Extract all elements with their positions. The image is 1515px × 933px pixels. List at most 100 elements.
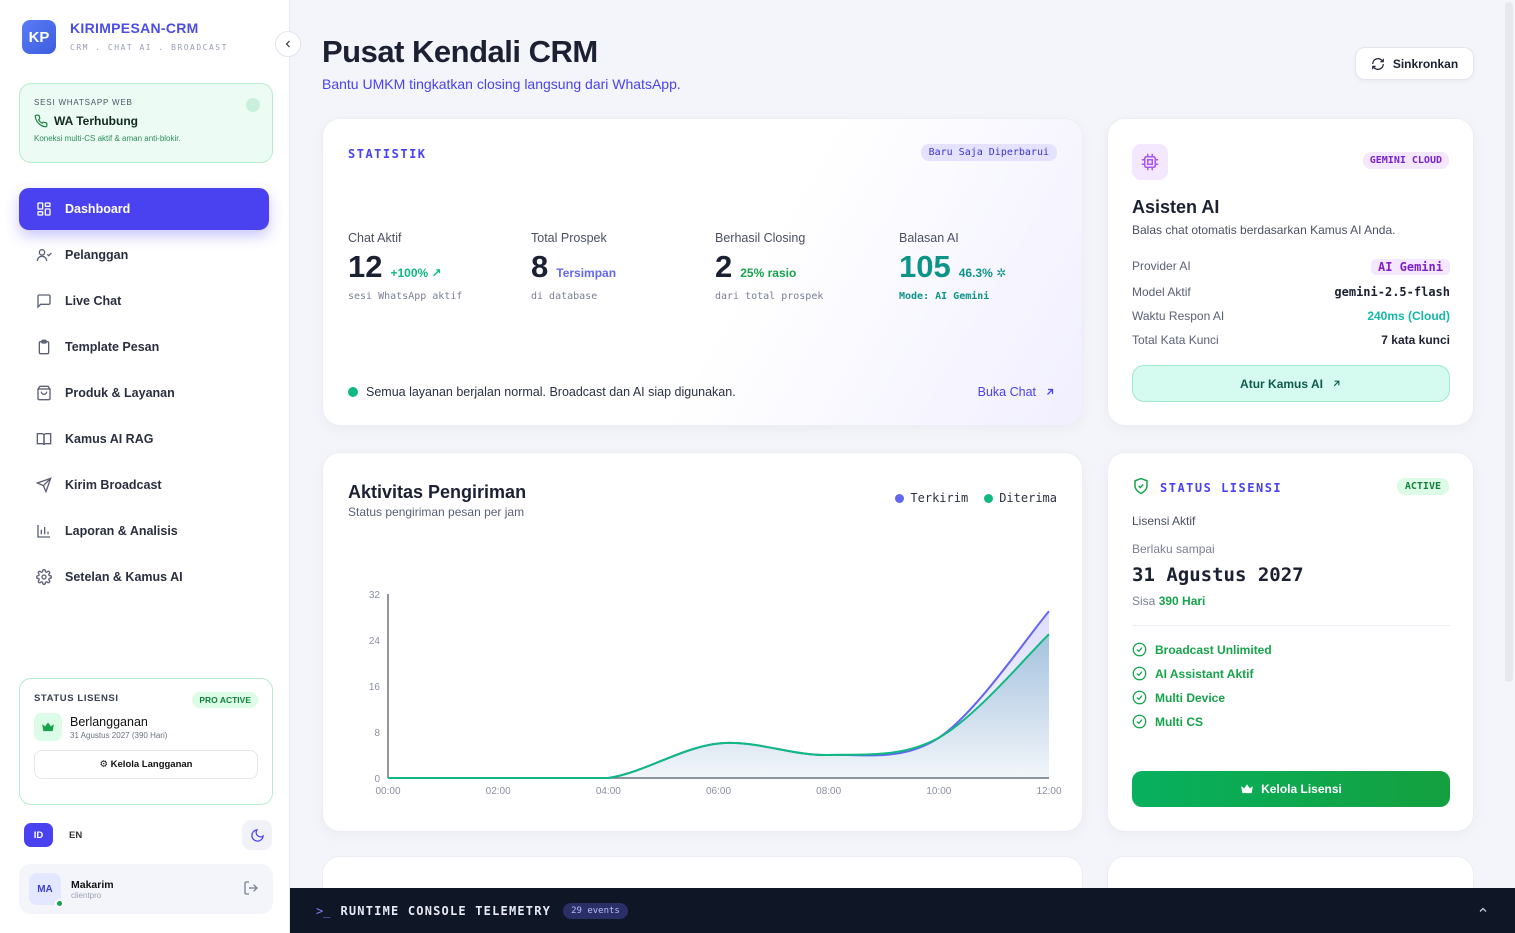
arrow-up-right-icon bbox=[1333, 380, 1340, 387]
console-title: RUNTIME CONSOLE TELEMETRY bbox=[340, 903, 552, 918]
sidebar-item-label: Template Pesan bbox=[65, 340, 160, 354]
shield-check-icon bbox=[1132, 477, 1150, 500]
status-badge: PRO ACTIVE bbox=[192, 692, 258, 708]
sidebar-item-label: Produk & Layanan bbox=[65, 386, 175, 400]
license-valid-date: 31 Agustus 2027 bbox=[1132, 564, 1304, 586]
user-name: Makarim bbox=[71, 878, 114, 891]
online-dot bbox=[55, 899, 64, 908]
sidebar-item-produk[interactable]: Produk & Layanan bbox=[19, 372, 269, 414]
sidebar-nav: Dashboard Pelanggan Live Chat Template P… bbox=[19, 188, 269, 602]
sync-button[interactable]: Sinkronkan bbox=[1355, 47, 1474, 80]
brand-logo: KP bbox=[22, 20, 56, 54]
y-tick-label: 32 bbox=[369, 590, 381, 601]
send-icon bbox=[35, 476, 53, 494]
chevron-up-icon[interactable] bbox=[1477, 903, 1489, 921]
stat-change: Tersimpan bbox=[556, 266, 617, 280]
ai-info-key: Waktu Respon AI bbox=[1132, 309, 1225, 323]
activity-chart-card: Aktivitas Pengiriman Status pengiriman p… bbox=[322, 452, 1083, 832]
license-active-label: Lisensi Aktif bbox=[1132, 514, 1196, 528]
open-chat-link[interactable]: Buka Chat bbox=[978, 385, 1056, 399]
language-switcher: ID EN bbox=[24, 820, 274, 850]
brand[interactable]: KP KIRIMPESAN-CRM CRM . CHAT AI . BROADC… bbox=[22, 20, 228, 54]
configure-ai-dictionary-button[interactable]: Atur Kamus AI bbox=[1132, 365, 1450, 402]
wa-status-dot bbox=[246, 98, 260, 112]
page-title: Pusat Kendali CRM bbox=[322, 34, 598, 69]
chat-icon bbox=[35, 292, 53, 310]
gear-icon bbox=[35, 568, 53, 586]
manage-license-button[interactable]: Kelola Lisensi bbox=[1132, 771, 1450, 807]
stat-berhasil-closing: Berhasil Closing 2 25% rasio dari total … bbox=[715, 231, 823, 302]
stat-total-prospek: Total Prospek 8 Tersimpan di database bbox=[531, 231, 616, 302]
lang-en-button[interactable]: EN bbox=[69, 830, 82, 841]
divider bbox=[1132, 625, 1450, 626]
status-badge: GEMINI CLOUD bbox=[1362, 152, 1449, 169]
bag-icon bbox=[35, 384, 53, 402]
runtime-console-bar[interactable]: >_ RUNTIME CONSOLE TELEMETRY 29 events bbox=[290, 888, 1515, 933]
stat-balasan-ai: Balasan AI 105 46.3% ✲ Mode: AI Gemini bbox=[899, 231, 1006, 302]
ai-info-key: Provider AI bbox=[1132, 259, 1191, 273]
stat-value: 8 bbox=[531, 249, 549, 284]
status-badge: Baru Saja Diperbarui bbox=[920, 144, 1057, 161]
x-tick-label: 04:00 bbox=[596, 786, 621, 797]
avatar[interactable]: MA bbox=[29, 873, 64, 908]
sidebar-license-date: 31 Agustus 2027 (390 Hari) bbox=[70, 730, 168, 740]
stat-sub: Mode: AI Gemini bbox=[899, 291, 990, 302]
stat-sub: dari total prospek bbox=[715, 291, 824, 302]
sidebar-item-laporan[interactable]: Laporan & Analisis bbox=[19, 510, 269, 552]
bar-chart-icon bbox=[35, 522, 53, 540]
wa-session-label: SESI WHATSAPP WEB bbox=[34, 98, 133, 107]
license-valid-label: Berlaku sampai bbox=[1132, 542, 1215, 556]
service-status-text: Semua layanan berjalan normal. Broadcast… bbox=[366, 385, 736, 399]
theme-toggle-button[interactable] bbox=[242, 820, 272, 850]
series-area-diterima bbox=[388, 634, 1049, 778]
x-tick-label: 02:00 bbox=[486, 786, 511, 797]
stat-label: Balasan AI bbox=[899, 231, 959, 245]
y-tick-label: 0 bbox=[374, 774, 380, 785]
page-subtitle: Bantu UMKM tingkatkan closing langsung d… bbox=[322, 76, 681, 92]
activity-chart: 0 8 16 24 32 00:00 02:00 04:00 06:00 08:00 10:00 12… bbox=[369, 590, 1062, 797]
clipboard-icon bbox=[35, 338, 53, 356]
sidebar-item-pelanggan[interactable]: Pelanggan bbox=[19, 234, 269, 276]
feature-item: AI Assistant Aktif bbox=[1132, 666, 1253, 681]
collapse-sidebar-button[interactable] bbox=[275, 31, 301, 57]
stat-label: Berhasil Closing bbox=[715, 231, 806, 245]
wa-status: WA Terhubung bbox=[34, 114, 258, 128]
wa-status-text: WA Terhubung bbox=[54, 114, 138, 128]
x-tick-label: 10:00 bbox=[926, 786, 951, 797]
scrollbar[interactable] bbox=[1505, 2, 1513, 682]
ai-assistant-card: GEMINI CLOUD Asisten AI Balas chat otoma… bbox=[1107, 118, 1474, 426]
stat-value: 12 bbox=[348, 249, 383, 284]
chevron-left-icon bbox=[285, 40, 290, 48]
sidebar-item-template[interactable]: Template Pesan bbox=[19, 326, 269, 368]
trend-up-icon: ↗ bbox=[431, 266, 442, 280]
stats-card: STATISTIK Baru Saja Diperbarui Chat Akti… bbox=[322, 118, 1083, 426]
stat-change: 25% rasio bbox=[740, 266, 797, 280]
sidebar: KP KIRIMPESAN-CRM CRM . CHAT AI . BROADC… bbox=[0, 0, 290, 933]
sidebar-item-label: Kirim Broadcast bbox=[65, 478, 162, 492]
ai-info-row: Total Kata Kunci 7 kata kunci bbox=[1132, 333, 1450, 347]
wa-session-card: SESI WHATSAPP WEB WA Terhubung Koneksi m… bbox=[19, 83, 273, 163]
sidebar-item-kamus[interactable]: Kamus AI RAG bbox=[19, 418, 269, 460]
moon-icon bbox=[250, 828, 264, 842]
refresh-icon bbox=[1371, 57, 1384, 70]
sidebar-license-plan: Berlangganan bbox=[70, 714, 148, 729]
x-tick-label: 08:00 bbox=[816, 786, 841, 797]
sparkle-icon: ✲ bbox=[996, 266, 1007, 280]
stat-sub: di database bbox=[531, 291, 598, 302]
sidebar-item-broadcast[interactable]: Kirim Broadcast bbox=[19, 464, 269, 506]
sync-label: Sinkronkan bbox=[1392, 56, 1459, 71]
manage-subscription-button[interactable]: ⚙ Kelola Langganan bbox=[34, 750, 258, 779]
lang-id-button[interactable]: ID bbox=[24, 823, 53, 847]
service-status: Semua layanan berjalan normal. Broadcast… bbox=[348, 385, 736, 399]
stat-label: Chat Aktif bbox=[348, 231, 402, 245]
sidebar-item-setelan[interactable]: Setelan & Kamus AI bbox=[19, 556, 269, 598]
brand-subtitle: CRM . CHAT AI . BROADCAST bbox=[70, 43, 228, 52]
logout-icon[interactable] bbox=[243, 880, 259, 901]
ai-description: Balas chat otomatis berdasarkan Kamus AI… bbox=[1132, 223, 1396, 237]
ai-info-key: Total Kata Kunci bbox=[1132, 333, 1219, 347]
wa-session-note: Koneksi multi-CS aktif & aman anti-bloki… bbox=[34, 134, 181, 143]
x-tick-label: 06:00 bbox=[706, 786, 731, 797]
sidebar-item-live-chat[interactable]: Live Chat bbox=[19, 280, 269, 322]
sidebar-item-label: Laporan & Analisis bbox=[65, 524, 178, 538]
sidebar-item-dashboard[interactable]: Dashboard bbox=[19, 188, 269, 230]
